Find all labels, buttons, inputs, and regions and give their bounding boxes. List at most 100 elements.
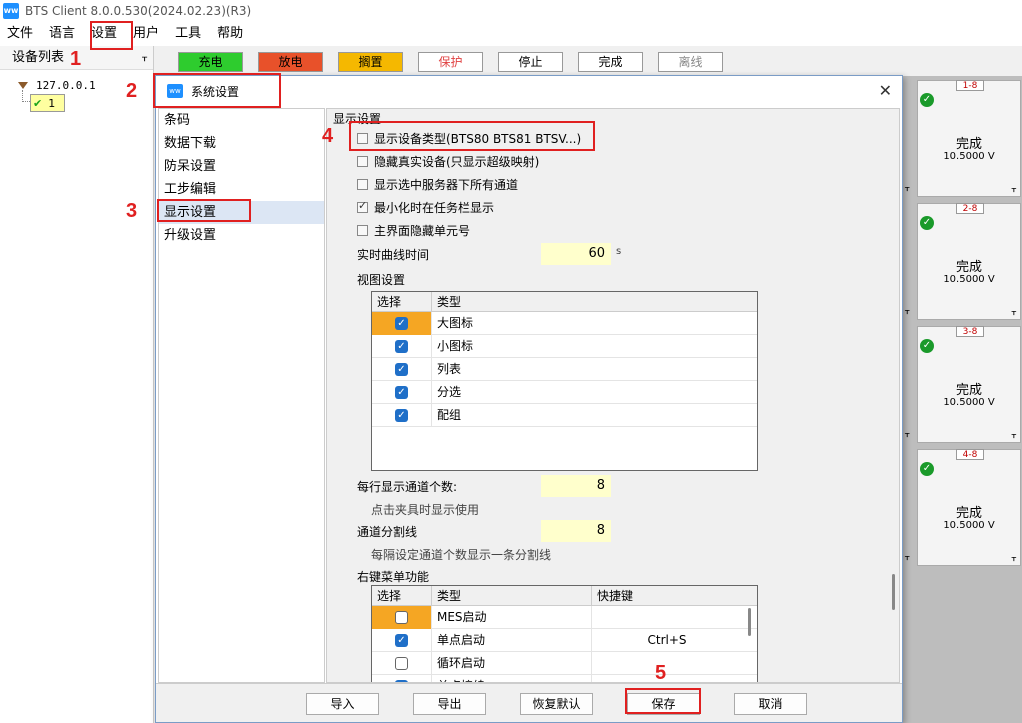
channel-voltage: 10.5000 V (943, 520, 995, 531)
expand-triangle-icon[interactable] (18, 82, 28, 89)
legend-discharge[interactable]: 放电 (258, 52, 323, 72)
row-type: 分选 (437, 385, 462, 399)
table-row[interactable]: MES启动 (372, 606, 757, 629)
window-title: BTS Client 8.0.0.530(2024.02.23)(R3) (25, 4, 252, 18)
checkbox[interactable] (357, 178, 368, 190)
option-show-all-channels[interactable]: 显示选中服务器下所有通道 (357, 175, 518, 193)
menu-help[interactable]: 帮助 (210, 22, 250, 46)
save-button[interactable]: 保存 (627, 693, 700, 715)
table-row[interactable]: ✓ 单点接续 (372, 675, 757, 682)
import-button[interactable]: 导入 (306, 693, 379, 715)
nav-item-foolproof[interactable]: 防呆设置 (159, 155, 324, 178)
option-hide-real-device[interactable]: 隐藏真实设备(只显示超级映射) (357, 152, 539, 170)
nav-item-data-download[interactable]: 数据下载 (159, 132, 324, 155)
checkbox[interactable] (357, 132, 368, 144)
row-select-cell[interactable]: ✓ (372, 629, 432, 652)
checkbox-checked[interactable]: ✓ (395, 317, 408, 330)
legend-rest[interactable]: 搁置 (338, 52, 403, 72)
restore-default-button[interactable]: 恢复默认 (520, 693, 593, 715)
menu-settings[interactable]: 设置 (84, 22, 124, 46)
row-select-cell[interactable]: ✓ (372, 675, 432, 682)
channel-card[interactable]: 1-8 ✓ 完成 10.5000 V ᚁ (917, 80, 1021, 197)
checkbox-checked[interactable]: ✓ (395, 634, 408, 647)
per-row-input[interactable]: 8 (541, 475, 611, 497)
legend-protect[interactable]: 保护 (418, 52, 483, 72)
row-type: 大图标 (437, 316, 474, 330)
option-label: 显示设备类型(BTS80 BTS81 BTSV...) (374, 131, 582, 146)
table-row[interactable]: ✓ 大图标 (372, 312, 757, 335)
channel-status: 完成 (955, 137, 982, 152)
tree-node-device[interactable]: ✔ 1 (30, 94, 65, 112)
export-button[interactable]: 导出 (413, 693, 486, 715)
nav-item-barcode[interactable]: 条码 (159, 109, 324, 132)
legend-complete[interactable]: 完成 (578, 52, 643, 72)
table-row[interactable]: ✓ 单点启动 Ctrl+S (372, 629, 757, 652)
table-row[interactable]: ✓ 列表 (372, 358, 757, 381)
realtime-curve-input[interactable]: 60 (541, 243, 611, 265)
col-select: 选择 (372, 292, 432, 311)
tree-connector (22, 90, 30, 102)
nav-item-display-settings[interactable]: 显示设置 (159, 201, 324, 224)
close-icon[interactable]: ✕ (879, 81, 892, 100)
menu-user[interactable]: 用户 (126, 22, 166, 46)
view-settings-table: 选择 类型 ✓ 大图标 ✓ 小图标 ✓ 列表 ✓ 分选 ✓ 配组 (371, 291, 758, 471)
pin-icon: ᚁ (1011, 553, 1016, 563)
pin-icon[interactable]: ᚁ (142, 46, 147, 70)
view-settings-title: 视图设置 (357, 273, 406, 287)
dialog-footer: 导入 导出 恢复默认 保存 取消 (156, 683, 902, 722)
checkbox-checked[interactable]: ✓ (395, 363, 408, 376)
pin-icon: ᚁ (1011, 184, 1016, 194)
checkbox[interactable] (357, 224, 368, 236)
status-toolbar: 充电 放电 搁置 保护 停止 完成 离线 (155, 46, 1022, 76)
channel-voltage: 10.5000 V (943, 274, 995, 285)
legend-offline[interactable]: 离线 (658, 52, 723, 72)
channel-tag: 1-8 (956, 80, 984, 91)
pin-icon: ᚁ (905, 552, 910, 562)
pin-icon: ᚁ (905, 429, 910, 439)
row-type: MES启动 (432, 606, 592, 628)
server-ip: 127.0.0.1 (36, 79, 96, 92)
row-select-cell[interactable] (372, 606, 432, 629)
menu-tools[interactable]: 工具 (168, 22, 208, 46)
checkbox-checked[interactable]: ✓ (395, 386, 408, 399)
channel-card[interactable]: 3-8 ✓ 完成 10.5000 V ᚁ (917, 326, 1021, 443)
channel-card[interactable]: 4-8 ✓ 完成 10.5000 V ᚁ (917, 449, 1021, 566)
device-list-panel: 设备列表 ᚁ 127.0.0.1 ✔ 1 (0, 46, 154, 723)
legend-charge[interactable]: 充电 (178, 52, 243, 72)
row-shortcut: Ctrl+S (647, 633, 687, 647)
nav-item-upgrade[interactable]: 升级设置 (159, 224, 324, 247)
row-type: 配组 (437, 408, 462, 422)
menu-language[interactable]: 语言 (42, 22, 82, 46)
app-logo-icon: ww (3, 3, 19, 19)
divider-label: 通道分割线 (357, 525, 418, 539)
menu-file[interactable]: 文件 (0, 22, 40, 46)
col-type: 类型 (437, 295, 462, 309)
row-select-cell[interactable]: ✓ (372, 404, 432, 427)
checkbox-unchecked[interactable] (395, 657, 408, 670)
table-row[interactable]: ✓ 配组 (372, 404, 757, 427)
option-minimize-taskbar[interactable]: 最小化时在任务栏显示 (357, 198, 494, 216)
checkbox-checked[interactable]: ✓ (395, 340, 408, 353)
table-row[interactable]: ✓ 分选 (372, 381, 757, 404)
panel-scrollbar[interactable] (892, 574, 895, 610)
checkbox[interactable] (357, 155, 368, 167)
option-show-device-type[interactable]: 显示设备类型(BTS80 BTS81 BTSV...) (357, 129, 581, 147)
option-hide-unit-number[interactable]: 主界面隐藏单元号 (357, 221, 470, 239)
checkbox[interactable] (357, 199, 368, 213)
row-select-cell[interactable]: ✓ (372, 312, 432, 335)
checkbox-checked[interactable]: ✓ (395, 409, 408, 422)
nav-item-step-edit[interactable]: 工步编辑 (159, 178, 324, 201)
cancel-button[interactable]: 取消 (734, 693, 807, 715)
checkbox-unchecked[interactable] (395, 611, 408, 624)
divider-input[interactable]: 8 (541, 520, 611, 542)
table-row[interactable]: 循环启动 (372, 652, 757, 675)
legend-stop[interactable]: 停止 (498, 52, 563, 72)
channel-card[interactable]: 2-8 ✓ 完成 10.5000 V ᚁ (917, 203, 1021, 320)
table-row[interactable]: ✓ 小图标 (372, 335, 757, 358)
ok-check-icon: ✓ (920, 93, 934, 107)
table-scrollbar[interactable] (748, 608, 751, 636)
row-select-cell[interactable]: ✓ (372, 358, 432, 381)
row-select-cell[interactable]: ✓ (372, 335, 432, 358)
row-select-cell[interactable] (372, 652, 432, 675)
row-select-cell[interactable]: ✓ (372, 381, 432, 404)
